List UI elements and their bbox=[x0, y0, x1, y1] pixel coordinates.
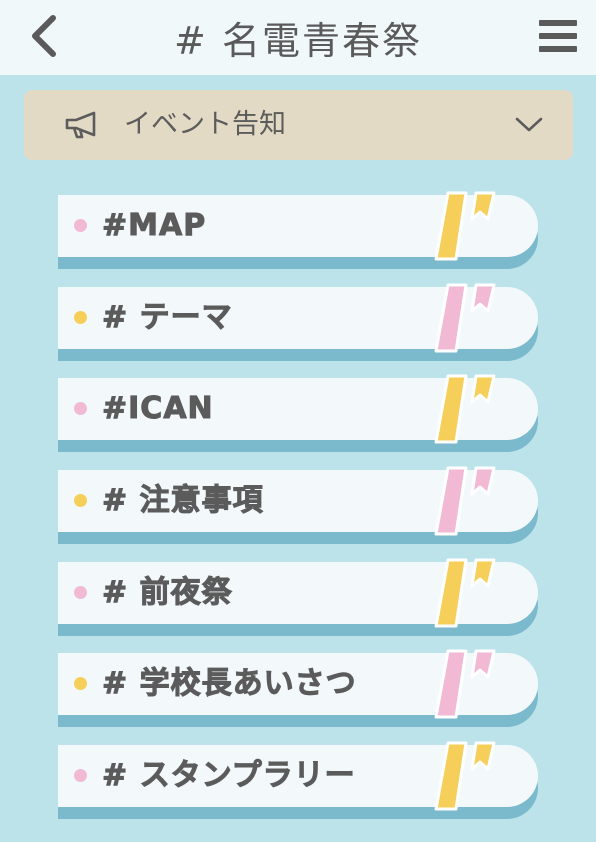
bullet-dot-icon bbox=[74, 402, 87, 415]
header-bar: # 名電青春祭 bbox=[0, 0, 596, 75]
bullet-dot-icon bbox=[74, 311, 87, 324]
list-item-label: #ICAN bbox=[102, 391, 214, 427]
list-item[interactable]: # 前夜祭 bbox=[58, 558, 538, 636]
bullet-dot-icon bbox=[74, 586, 87, 599]
list-item-label: # テーマ bbox=[102, 300, 233, 336]
list-item-label: # 注意事項 bbox=[102, 483, 264, 519]
quote-mark-icon bbox=[434, 741, 496, 811]
list-item[interactable]: # 注意事項 bbox=[58, 466, 538, 544]
list-item-label: # スタンプラリー bbox=[102, 758, 356, 794]
back-button[interactable] bbox=[22, 14, 66, 58]
quote-mark-icon bbox=[434, 283, 496, 353]
event-notice-dropdown[interactable]: イベント告知 bbox=[24, 90, 573, 160]
list-item-label: # 学校長あいさつ bbox=[102, 666, 357, 702]
page-title: # 名電青春祭 bbox=[174, 19, 422, 63]
list-item-label: #MAP bbox=[101, 208, 207, 244]
list-item-label: # 前夜祭 bbox=[102, 575, 233, 611]
list-item[interactable]: # スタンプラリー bbox=[58, 741, 538, 819]
dropdown-label: イベント告知 bbox=[124, 109, 286, 140]
quote-mark-icon bbox=[434, 649, 496, 719]
list-item[interactable]: # テーマ bbox=[58, 283, 538, 361]
chevron-down-icon bbox=[515, 117, 543, 132]
quote-mark-icon bbox=[434, 374, 496, 444]
bullet-dot-icon bbox=[74, 219, 87, 232]
quote-mark-icon bbox=[434, 466, 496, 536]
menu-button[interactable] bbox=[538, 16, 578, 56]
chevron-left-icon bbox=[32, 15, 56, 57]
quote-mark-icon bbox=[434, 558, 496, 628]
list-item[interactable]: #ICAN bbox=[58, 374, 538, 452]
bullet-dot-icon bbox=[74, 769, 87, 782]
quote-mark-icon bbox=[434, 191, 496, 261]
bullet-dot-icon bbox=[74, 494, 87, 507]
list-item[interactable]: #MAP bbox=[58, 191, 538, 269]
hamburger-menu-icon bbox=[539, 20, 577, 52]
bullet-dot-icon bbox=[74, 677, 87, 690]
list-item[interactable]: # 学校長あいさつ bbox=[58, 649, 538, 727]
megaphone-icon bbox=[65, 111, 96, 139]
